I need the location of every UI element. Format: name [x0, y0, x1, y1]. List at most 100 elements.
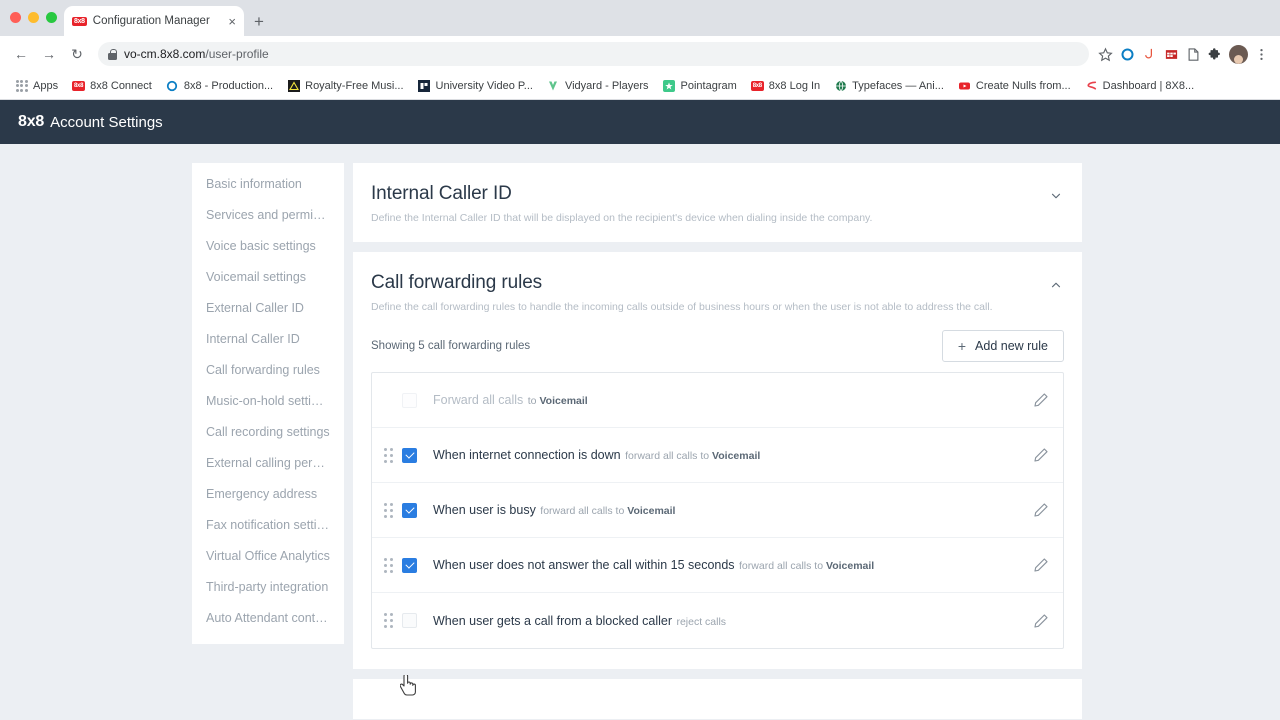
sidebar-item-internal-caller-id[interactable]: Internal Caller ID	[192, 324, 344, 355]
card-header[interactable]: Internal Caller ID Define the Internal C…	[353, 163, 1082, 242]
bookmark-8x8-connect[interactable]: 8x8 8x8 Connect	[65, 76, 159, 95]
close-icon[interactable]: ×	[228, 15, 236, 28]
window-controls[interactable]	[10, 12, 57, 23]
browser-tab[interactable]: 8x8 Configuration Manager ×	[64, 6, 244, 36]
bookmark-label: Pointagram	[680, 79, 737, 92]
bookmark-apps[interactable]: Apps	[8, 76, 65, 95]
rule-enabled-checkbox[interactable]	[402, 392, 417, 408]
rule-enabled-checkbox[interactable]	[402, 502, 417, 518]
reload-icon[interactable]: ↻	[64, 41, 90, 67]
sidebar-item-voice-basic-settings[interactable]: Voice basic settings	[192, 231, 344, 262]
chevron-up-icon[interactable]	[1049, 278, 1063, 292]
tab-title: Configuration Manager	[92, 15, 210, 27]
maximize-window-button[interactable]	[46, 12, 57, 23]
sidebar-item-call-recording-settings[interactable]: Call recording settings	[192, 417, 344, 448]
url-host: vo-cm.8x8.com	[124, 47, 206, 61]
bookmark-8x8-production[interactable]: 8x8 - Production...	[159, 76, 280, 95]
rule-sub-prefix: forward all calls to	[739, 560, 826, 573]
bookmarks-bar: Apps 8x8 8x8 Connect 8x8 - Production...…	[0, 72, 1280, 100]
globe-icon	[834, 79, 847, 92]
new-tab-button[interactable]: +	[254, 12, 264, 36]
8x8-logo[interactable]: 8x8	[18, 113, 44, 131]
card-call-forwarding-rules: Call forwarding rules Define the call fo…	[353, 251, 1082, 670]
rule-title: When user gets a call from a blocked cal…	[433, 613, 672, 628]
table-row[interactable]: When user does not answer the call withi…	[372, 538, 1063, 594]
minimize-window-button[interactable]	[28, 12, 39, 23]
calendar-extension-icon[interactable]	[1163, 46, 1180, 63]
table-row[interactable]: Forward all calls to Voicemail	[372, 373, 1063, 429]
profile-avatar[interactable]	[1229, 44, 1248, 64]
table-row[interactable]: When user gets a call from a blocked cal…	[372, 593, 1063, 648]
rule-sub-prefix: forward all calls to	[625, 450, 713, 463]
sidebar-item-basic-information[interactable]: Basic information	[192, 169, 344, 200]
back-icon[interactable]: ←	[8, 41, 34, 67]
rule-title: When internet connection is down	[433, 448, 621, 463]
bookmark-dashboard-8x8[interactable]: Dashboard | 8X8...	[1078, 76, 1202, 95]
sidebar-item-emergency-address[interactable]: Emergency address	[192, 479, 344, 510]
address-bar[interactable]: vo-cm.8x8.com/user-profile	[98, 42, 1089, 66]
bookmark-label: Typefaces — Ani...	[852, 79, 944, 92]
card-next-section-partial[interactable]	[353, 679, 1082, 720]
drag-handle-icon[interactable]	[380, 613, 396, 629]
rule-enabled-checkbox[interactable]	[402, 447, 417, 463]
close-window-button[interactable]	[10, 12, 21, 23]
rule-sub-target: Voicemail	[712, 450, 761, 463]
sidebar-item-virtual-office-analytics[interactable]: Virtual Office Analytics	[192, 541, 344, 572]
card-title: Internal Caller ID	[371, 183, 512, 204]
swoosh-icon	[1085, 79, 1098, 92]
sidebar-item-auto-attendant-contact-directory[interactable]: Auto Attendant contact di...	[192, 603, 344, 634]
slide-icon	[418, 79, 431, 92]
sidebar-item-third-party-integration[interactable]: Third-party integration	[192, 572, 344, 603]
card-header[interactable]: Call forwarding rules Define the call fo…	[353, 252, 1082, 331]
edit-rule-icon[interactable]	[1033, 447, 1049, 463]
drag-handle-icon[interactable]	[380, 502, 396, 518]
rule-enabled-checkbox[interactable]	[402, 613, 417, 629]
rule-sub-prefix: forward all calls to	[540, 505, 628, 518]
8x8-icon: 8x8	[72, 80, 86, 91]
rule-sub-prefix: to	[527, 395, 540, 408]
bookmark-create-nulls[interactable]: Create Nulls from...	[951, 76, 1078, 95]
reader-extension-icon[interactable]	[1185, 46, 1202, 63]
edit-rule-icon[interactable]	[1033, 557, 1049, 573]
puzzle-extensions-icon[interactable]	[1207, 46, 1224, 63]
sidebar-item-external-calling-permission[interactable]: External calling permission	[192, 448, 344, 479]
rules-toolbar: Showing 5 call forwarding rules + Add ne…	[371, 330, 1064, 363]
apps-grid-icon	[15, 79, 28, 92]
sidebar-item-external-caller-id[interactable]: External Caller ID	[192, 293, 344, 324]
opera-extension-icon[interactable]	[1119, 46, 1136, 63]
bookmark-label: 8x8 Connect	[90, 79, 152, 92]
edit-rule-icon[interactable]	[1033, 613, 1049, 629]
drag-handle-icon[interactable]	[380, 447, 396, 463]
browser-toolbar: ← → ↻ vo-cm.8x8.com/user-profile	[0, 36, 1280, 72]
sidebar-item-call-forwarding-rules[interactable]: Call forwarding rules	[192, 355, 344, 386]
content-wrapper: Basic information Services and permissio…	[0, 144, 1280, 720]
sidebar-item-fax-notification-settings[interactable]: Fax notification settings	[192, 510, 344, 541]
bookmark-vidyard[interactable]: Vidyard - Players	[540, 76, 656, 95]
bookmark-pointagram[interactable]: Pointagram	[656, 76, 744, 95]
hook-extension-icon[interactable]	[1141, 46, 1158, 63]
edit-rule-icon[interactable]	[1033, 502, 1049, 518]
sidebar-item-music-on-hold-settings[interactable]: Music-on-hold settings	[192, 386, 344, 417]
sidebar-item-services-and-permissions[interactable]: Services and permissions	[192, 200, 344, 231]
add-new-rule-label: Add new rule	[975, 339, 1048, 354]
rule-sub-prefix: reject calls	[676, 615, 727, 628]
rule-subtitle: forward all calls to Voicemail	[540, 505, 675, 517]
star-icon[interactable]	[1097, 46, 1114, 63]
drag-handle-icon[interactable]	[380, 557, 396, 573]
edit-rule-icon[interactable]	[1033, 392, 1049, 408]
rule-enabled-checkbox[interactable]	[402, 557, 417, 573]
chevron-down-icon[interactable]	[1049, 189, 1063, 203]
rule-subtitle: forward all calls to Voicemail	[625, 450, 760, 462]
bookmark-8x8-log-in[interactable]: 8x8 8x8 Log In	[744, 76, 827, 95]
table-row[interactable]: When internet connection is down forward…	[372, 428, 1063, 484]
bookmark-typefaces[interactable]: Typefaces — Ani...	[827, 76, 951, 95]
forward-icon[interactable]: →	[36, 41, 62, 67]
page-body: Basic information Services and permissio…	[0, 144, 1280, 720]
lock-icon	[108, 48, 117, 60]
add-new-rule-button[interactable]: + Add new rule	[941, 330, 1064, 363]
bookmark-royalty-free-music[interactable]: Royalty-Free Musi...	[280, 76, 410, 95]
kebab-menu-icon[interactable]	[1253, 46, 1270, 63]
sidebar-item-voicemail-settings[interactable]: Voicemail settings	[192, 262, 344, 293]
table-row[interactable]: When user is busy forward all calls to V…	[372, 483, 1063, 539]
bookmark-university-video[interactable]: University Video P...	[411, 76, 540, 95]
